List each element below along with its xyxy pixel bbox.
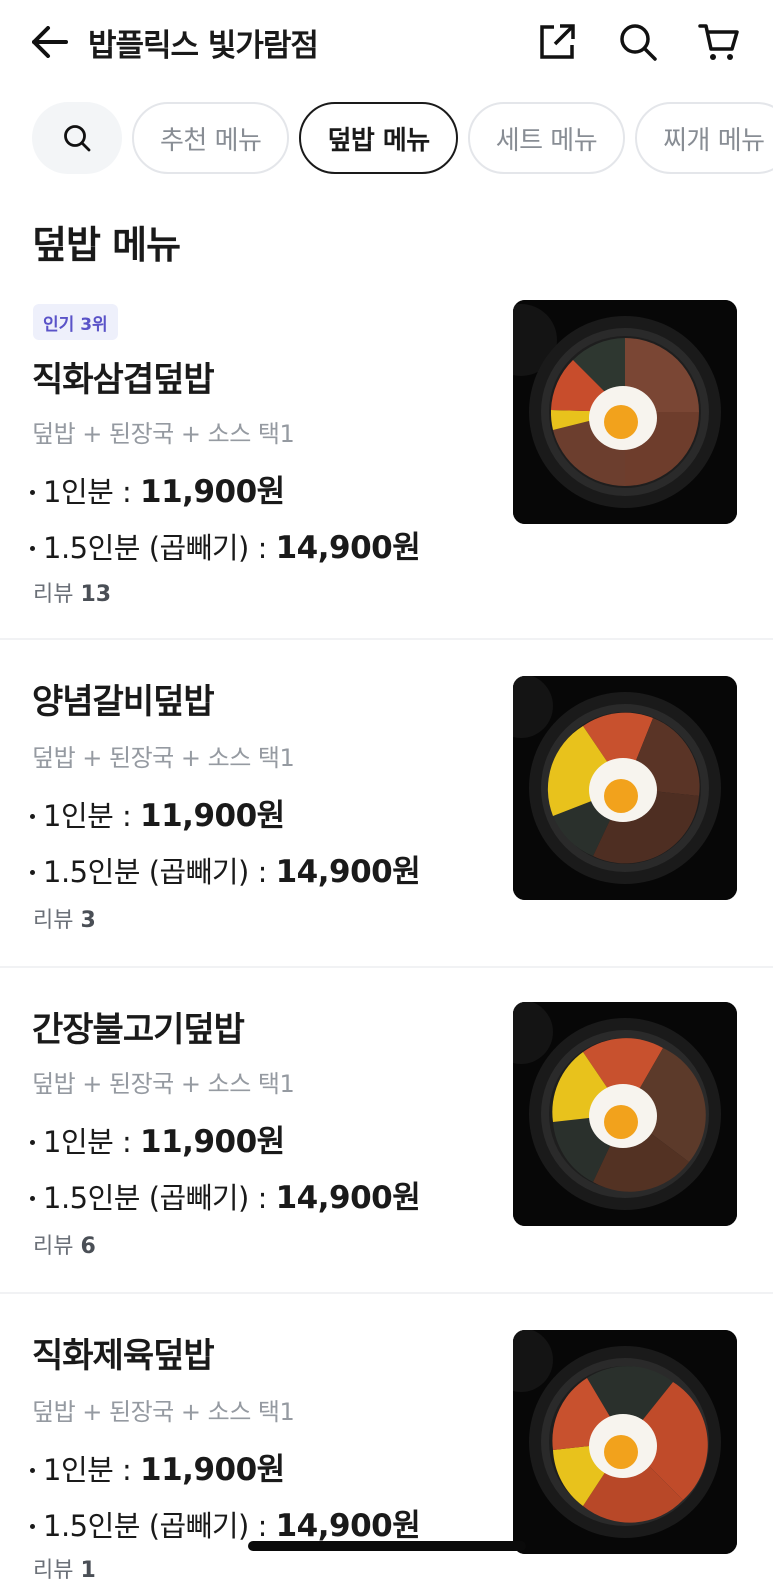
menu-item-name: 양념갈비덮밥 [32, 682, 215, 722]
review-number: 1 [80, 1558, 96, 1583]
menu-item-name: 직화삼겹덮밥 [32, 360, 215, 400]
review-count: 리뷰 3 [33, 902, 96, 934]
cart-icon [698, 24, 739, 60]
price-value: 11,900원 [140, 1452, 285, 1488]
price-label: 1인분 : [43, 1125, 132, 1159]
menu-item-photo [513, 676, 737, 900]
cart-button[interactable] [697, 20, 741, 64]
home-indicator [248, 1541, 526, 1551]
price-label: 1인분 : [43, 475, 132, 509]
menu-item[interactable]: 간장불고기덮밥 덮밥 + 된장국 + 소스 택1 1인분 : 11,900원 1… [0, 968, 773, 1294]
food-bowl-image [513, 676, 737, 900]
back-arrow-icon [32, 26, 68, 58]
price-single: 1인분 : 11,900원 [30, 466, 285, 511]
price-value: 14,900원 [275, 854, 421, 890]
price-single: 1인분 : 11,900원 [30, 1116, 285, 1161]
review-number: 13 [80, 582, 112, 607]
review-count: 리뷰 13 [33, 576, 111, 608]
price-large: 1.5인분 (곱빼기) : 14,900원 [30, 522, 421, 567]
share-icon [540, 24, 575, 59]
review-label: 리뷰 [33, 1234, 74, 1259]
menu-search-button[interactable] [32, 102, 122, 174]
menu-item-desc: 덮밥 + 된장국 + 소스 택1 [32, 420, 295, 448]
price-label: 1인분 : [43, 1453, 132, 1487]
food-bowl-image [513, 1330, 737, 1554]
section-title: 덮밥 메뉴 [32, 223, 181, 267]
search-icon [620, 24, 657, 61]
price-single: 1인분 : 11,900원 [30, 790, 285, 835]
menu-item[interactable]: 인기 3위 직화삼겹덮밥 덮밥 + 된장국 + 소스 택1 1인분 : 11,9… [0, 298, 773, 640]
price-label: 1.5인분 (곱빼기) : [43, 855, 267, 889]
price-value: 11,900원 [140, 1124, 285, 1160]
tab-stew[interactable]: 찌개 메뉴 [635, 102, 773, 174]
tab-rice-bowl[interactable]: 덮밥 메뉴 [299, 102, 458, 174]
menu-item-name: 간장불고기덮밥 [32, 1010, 245, 1050]
review-number: 6 [80, 1234, 96, 1259]
back-button[interactable] [30, 22, 70, 62]
menu-item-photo [513, 300, 737, 524]
menu-item-photo [513, 1330, 737, 1554]
popularity-badge: 인기 3위 [33, 304, 118, 340]
price-label: 1인분 : [43, 799, 132, 833]
menu-item-name: 직화제육덮밥 [32, 1336, 215, 1376]
review-number: 3 [80, 908, 96, 933]
review-count: 리뷰 6 [33, 1228, 96, 1260]
header-actions [498, 20, 741, 64]
tab-set[interactable]: 세트 메뉴 [467, 102, 626, 174]
price-value: 11,900원 [140, 474, 285, 510]
top-app-bar: 밥플릭스 빛가람점 [0, 0, 773, 84]
menu-item-desc: 덮밥 + 된장국 + 소스 택1 [32, 744, 295, 772]
price-label: 1.5인분 (곱빼기) : [43, 531, 267, 565]
menu-item[interactable]: 양념갈비덮밥 덮밥 + 된장국 + 소스 택1 1인분 : 11,900원 1.… [0, 640, 773, 968]
food-bowl-image [513, 300, 737, 524]
price-value: 14,900원 [275, 1508, 421, 1544]
price-single: 1인분 : 11,900원 [30, 1444, 285, 1489]
share-button[interactable] [535, 20, 579, 64]
price-value: 11,900원 [140, 798, 285, 834]
price-value: 14,900원 [275, 1180, 421, 1216]
price-label: 1.5인분 (곱빼기) : [43, 1181, 267, 1215]
tab-recommended[interactable]: 추천 메뉴 [132, 102, 290, 174]
search-button[interactable] [616, 20, 660, 64]
menu-item-desc: 덮밥 + 된장국 + 소스 택1 [32, 1070, 295, 1098]
menu-item-photo [513, 1002, 737, 1226]
review-label: 리뷰 [33, 1558, 74, 1583]
review-count: 리뷰 1 [33, 1552, 96, 1584]
price-large: 1.5인분 (곱빼기) : 14,900원 [30, 1500, 421, 1545]
food-bowl-image [513, 1002, 737, 1226]
review-label: 리뷰 [33, 582, 74, 607]
search-icon [64, 125, 91, 152]
price-large: 1.5인분 (곱빼기) : 14,900원 [30, 846, 421, 891]
category-tabs: 추천 메뉴 덮밥 메뉴 세트 메뉴 찌개 메뉴 [0, 100, 773, 180]
menu-item-desc: 덮밥 + 된장국 + 소스 택1 [32, 1398, 295, 1426]
price-value: 14,900원 [275, 530, 421, 566]
price-large: 1.5인분 (곱빼기) : 14,900원 [30, 1172, 421, 1217]
review-label: 리뷰 [33, 908, 74, 933]
store-title: 밥플릭스 빛가람점 [88, 27, 319, 64]
price-label: 1.5인분 (곱빼기) : [43, 1509, 267, 1543]
